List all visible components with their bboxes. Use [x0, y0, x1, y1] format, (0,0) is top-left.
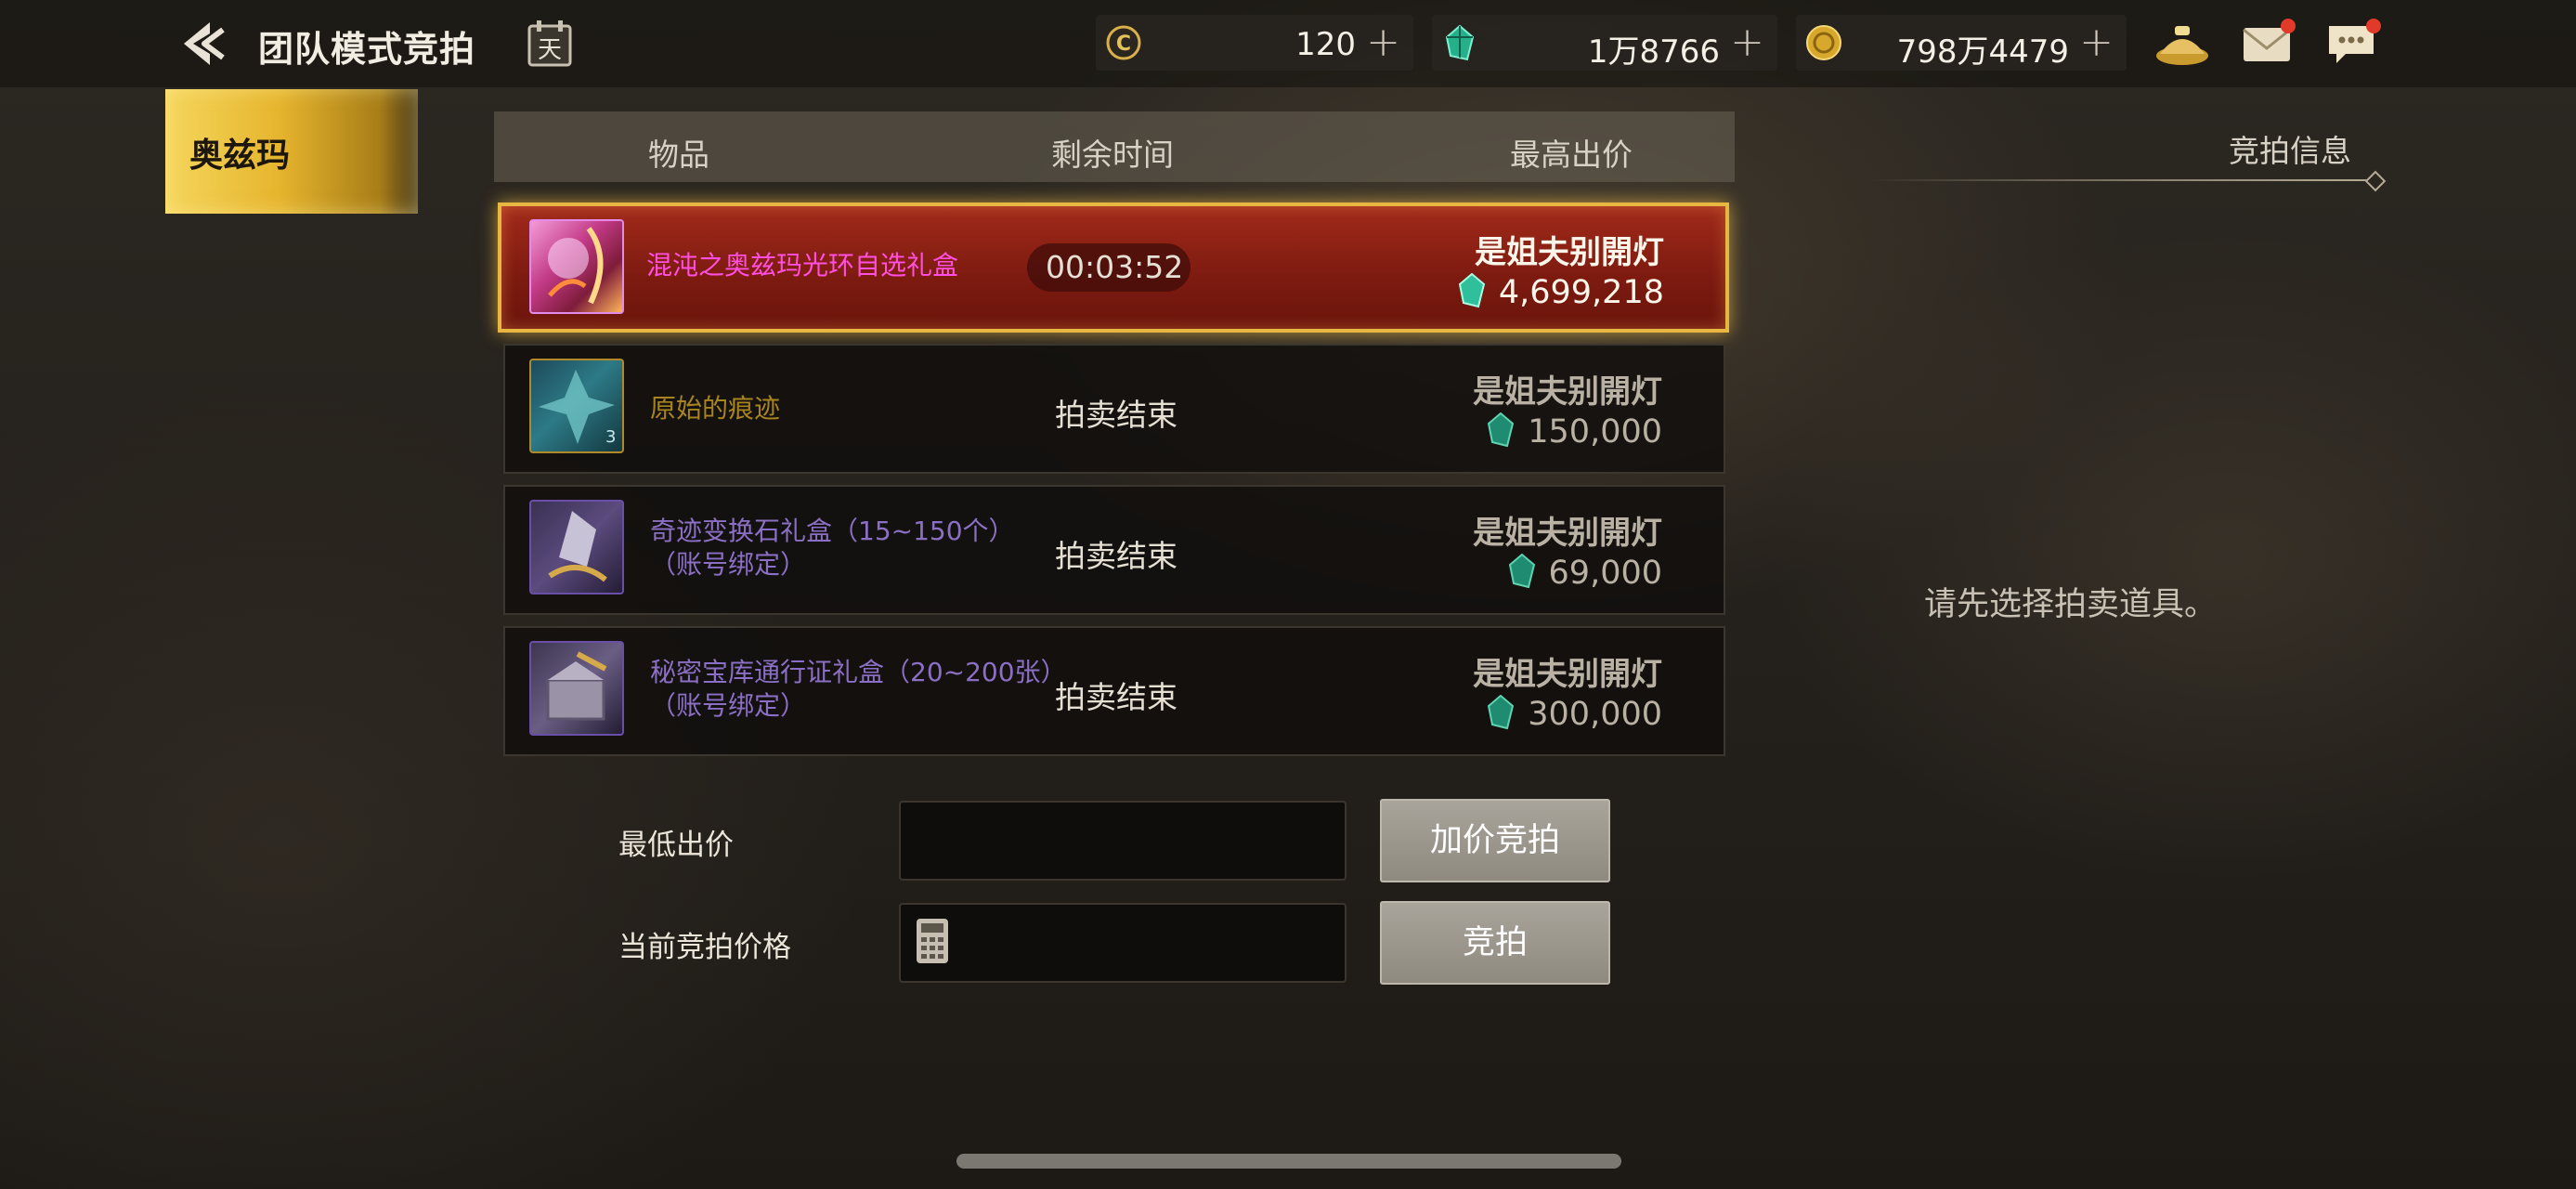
item-name: 混沌之奥兹玛光环自选礼盒	[646, 250, 959, 281]
item-name: 原始的痕迹	[650, 393, 781, 424]
svg-text:C: C	[1116, 33, 1131, 56]
teal-gem-icon	[1441, 24, 1478, 61]
notification-dot	[2281, 19, 2296, 33]
calculator-icon[interactable]	[916, 918, 949, 964]
highest-bid-price: 69,000	[1508, 553, 1662, 592]
item-name-line1: 秘密宝库通行证礼盒（20~200张）	[650, 657, 1067, 687]
price-value: 300,000	[1528, 696, 1662, 733]
time-remaining: 拍卖结束	[1055, 679, 1177, 715]
add-currency-button[interactable]: +	[1366, 19, 1400, 66]
boss-tab-ozma[interactable]: 奥兹玛	[165, 89, 418, 214]
auction-row[interactable]: 秘密宝库通行证礼盒（20~200张） （账号绑定） 拍卖结束 是姐夫别開灯 30…	[503, 626, 1725, 756]
teal-gem-icon	[1458, 272, 1486, 308]
time-remaining: 拍卖结束	[1055, 538, 1177, 574]
auction-row[interactable]: 3 原始的痕迹 拍卖结束 是姐夫别開灯 150,000	[503, 344, 1725, 474]
currency-box-gem: 1万8766 +	[1432, 15, 1777, 71]
auction-info-heading: 竞拍信息	[2229, 133, 2351, 169]
select-item-hint: 请先选择拍卖道具。	[1924, 586, 2218, 623]
auction-row[interactable]: 奇迹变换石礼盒（15~150个） （账号绑定） 拍卖结束 是姐夫别開灯 69,0…	[503, 485, 1725, 615]
item-name-line2: （账号绑定）	[650, 549, 807, 580]
item-name-line1: 奇迹变换石礼盒（15~150个）	[650, 516, 1015, 546]
mail-icon[interactable]	[2240, 19, 2296, 69]
teal-gem-icon	[1508, 553, 1536, 589]
add-currency-button[interactable]: +	[2079, 19, 2114, 66]
highest-bid-price: 150,000	[1487, 412, 1662, 451]
notification-dot	[2366, 19, 2381, 33]
current-bid-field[interactable]	[899, 903, 1347, 983]
current-bid-label: 当前竞拍价格	[618, 931, 791, 964]
teal-gem-icon	[1487, 694, 1515, 730]
back-arrow-icon[interactable]	[176, 19, 241, 69]
column-item: 物品	[648, 137, 709, 173]
highest-bid-price: 4,699,218	[1458, 272, 1664, 311]
divider-diamond	[2364, 170, 2387, 192]
min-bid-field[interactable]	[899, 801, 1347, 881]
svg-text:3: 3	[605, 427, 616, 447]
primal-trace-item-icon: 3	[529, 359, 624, 453]
item-name: 秘密宝库通行证礼盒（20~200张） （账号绑定）	[650, 656, 1067, 723]
place-bid-button[interactable]: 竞拍	[1380, 901, 1610, 985]
highest-bidder: 是姐夫别開灯	[1473, 373, 1662, 411]
column-time-left: 剩余时间	[1051, 137, 1174, 173]
coin-c-icon: C	[1105, 24, 1142, 61]
item-name-line2: （账号绑定）	[650, 690, 807, 721]
currency-value: 1万8766	[1587, 33, 1720, 71]
currency-box-c: C 120 +	[1096, 15, 1413, 71]
item-name: 奇迹变换石礼盒（15~150个） （账号绑定）	[650, 515, 1015, 581]
column-highest-bid: 最高出价	[1510, 137, 1633, 173]
raise-bid-button[interactable]: 加价竞拍	[1380, 799, 1610, 882]
svg-text:天: 天	[538, 36, 562, 64]
currency-value: 798万4479	[1896, 33, 2069, 71]
highest-bidder: 是姐夫别開灯	[1473, 656, 1662, 693]
chat-icon[interactable]	[2325, 19, 2381, 69]
calendar-icon[interactable]: 天	[527, 20, 572, 67]
time-remaining: 00:03:52	[1046, 249, 1184, 285]
gold-coin-icon	[1805, 24, 1842, 61]
page-title: 团队模式竞拍	[258, 29, 476, 70]
highest-bidder: 是姐夫别開灯	[1475, 234, 1664, 271]
current-bid-field-wrap	[899, 903, 1347, 983]
highest-bid-price: 300,000	[1487, 694, 1662, 733]
teal-gem-icon	[1487, 412, 1515, 448]
price-value: 4,699,218	[1498, 274, 1664, 311]
treasure-pass-box-item-icon	[529, 641, 624, 736]
price-value: 69,000	[1548, 555, 1662, 592]
price-value: 150,000	[1528, 413, 1662, 451]
home-indicator[interactable]	[956, 1154, 1621, 1169]
time-remaining: 拍卖结束	[1055, 397, 1177, 433]
highest-bidder: 是姐夫别開灯	[1473, 515, 1662, 552]
currency-box-gold: 798万4479 +	[1796, 15, 2127, 71]
miracle-stone-box-item-icon	[529, 500, 624, 594]
aura-box-item-icon	[529, 219, 624, 314]
boss-tab-label: 奥兹玛	[189, 137, 291, 175]
auction-table-header: 物品 剩余时间 最高出价	[494, 111, 1735, 182]
add-currency-button[interactable]: +	[1730, 19, 1764, 66]
min-bid-label: 最低出价	[618, 829, 734, 862]
shop-icon[interactable]	[2154, 19, 2210, 69]
currency-value: 120	[1295, 26, 1356, 63]
heading-divider	[1867, 179, 2375, 181]
auction-row-selected[interactable]: 混沌之奥兹玛光环自选礼盒 00:03:52 是姐夫别開灯 4,699,218	[498, 203, 1729, 333]
